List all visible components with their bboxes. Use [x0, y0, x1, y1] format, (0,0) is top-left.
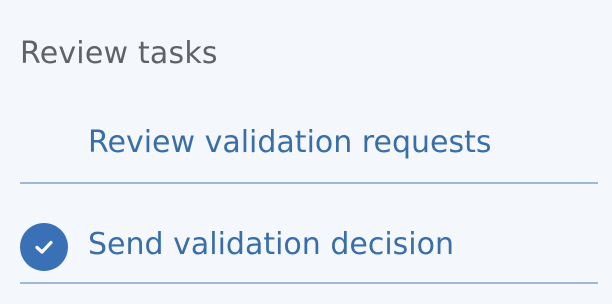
task-label[interactable]: Review validation requests — [88, 125, 491, 161]
checkmark-icon — [20, 223, 68, 271]
review-tasks-panel: Review tasks Review validation requests … — [0, 0, 612, 304]
task-label[interactable]: Send validation decision — [88, 227, 454, 263]
task-review-validation-requests[interactable]: Review validation requests — [20, 112, 598, 184]
task-status — [20, 223, 68, 271]
checkmark-glyph — [35, 240, 53, 254]
task-send-validation-decision[interactable]: Send validation decision — [20, 212, 598, 284]
task-status-placeholder — [20, 123, 68, 171]
section-heading: Review tasks — [20, 36, 218, 71]
